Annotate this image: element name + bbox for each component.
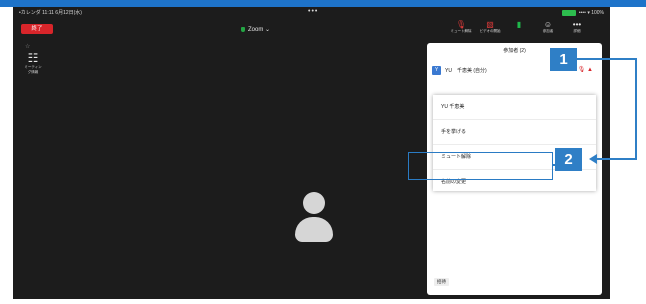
end-button[interactable]: 終了 bbox=[21, 24, 53, 34]
meeting-info-button[interactable]: ☆ ☷ ミーティング情報 bbox=[23, 44, 43, 75]
mute-label: ミュート解除 bbox=[450, 29, 472, 33]
top-band bbox=[0, 0, 646, 7]
mic-icon: 🎙 bbox=[455, 20, 467, 29]
more-button[interactable]: ••• 詳細 bbox=[565, 20, 589, 34]
video-label: ビデオの開始 bbox=[479, 29, 501, 33]
status-time: •カレンダ 11:11 6月12日(水) bbox=[19, 10, 82, 16]
toolbar: 🎙 ミュート解除 ▧ ビデオの開始 ▮ ☺ 参加者 ••• 詳細 bbox=[449, 20, 589, 34]
video-button[interactable]: ▧ ビデオの開始 bbox=[478, 20, 502, 34]
battery-icon bbox=[561, 10, 576, 16]
user-avatar-placeholder bbox=[290, 192, 338, 242]
step-1-callout: 1 bbox=[550, 48, 577, 71]
rename-highlight bbox=[408, 152, 553, 180]
arrow-head-icon bbox=[589, 154, 597, 164]
participants-label: 参加者 bbox=[542, 29, 554, 33]
connector-right bbox=[635, 58, 637, 160]
more-icon: ••• bbox=[572, 20, 582, 29]
participant-avatar: Y bbox=[432, 65, 441, 75]
participants-icon: ☺ bbox=[543, 20, 553, 29]
menu-header: YU 千恵美 bbox=[433, 95, 596, 120]
video-icon: ▧ bbox=[486, 20, 494, 29]
star-icon: ☆ bbox=[25, 44, 31, 50]
shield-icon bbox=[241, 26, 245, 32]
avatar-head bbox=[303, 192, 325, 214]
share-button[interactable]: ▮ bbox=[507, 20, 531, 34]
participant-name: YU 千恵美 (自分) bbox=[445, 67, 487, 74]
participant-status-icons: 🎙 ▲ bbox=[577, 67, 593, 73]
meeting-title[interactable]: Zoom ⌄ bbox=[241, 26, 270, 33]
menu-raise-hand[interactable]: 手を挙げる bbox=[433, 120, 596, 145]
more-label: 詳細 bbox=[573, 29, 581, 33]
meeting-info-label: ミーティング情報 bbox=[24, 65, 42, 74]
connector-bottom bbox=[596, 158, 637, 160]
step-2-callout: 2 bbox=[555, 148, 582, 171]
mute-button[interactable]: 🎙 ミュート解除 bbox=[449, 20, 473, 34]
meeting-title-text: Zoom ⌄ bbox=[248, 27, 271, 33]
invite-button[interactable]: 招待 bbox=[434, 278, 449, 286]
avatar-body bbox=[295, 217, 333, 242]
status-right: •••• ▾ 100% bbox=[561, 7, 604, 19]
status-bar: •カレンダ 11:11 6月12日(水) ••• •••• ▾ 100% bbox=[13, 7, 610, 19]
multitask-dots[interactable]: ••• bbox=[308, 6, 318, 18]
connector-top bbox=[577, 58, 637, 60]
grid-icon: ☷ bbox=[27, 51, 39, 65]
signal-text: •••• ▾ 100% bbox=[578, 10, 604, 16]
share-icon: ▮ bbox=[516, 20, 522, 29]
participants-button[interactable]: ☺ 参加者 bbox=[536, 20, 560, 34]
